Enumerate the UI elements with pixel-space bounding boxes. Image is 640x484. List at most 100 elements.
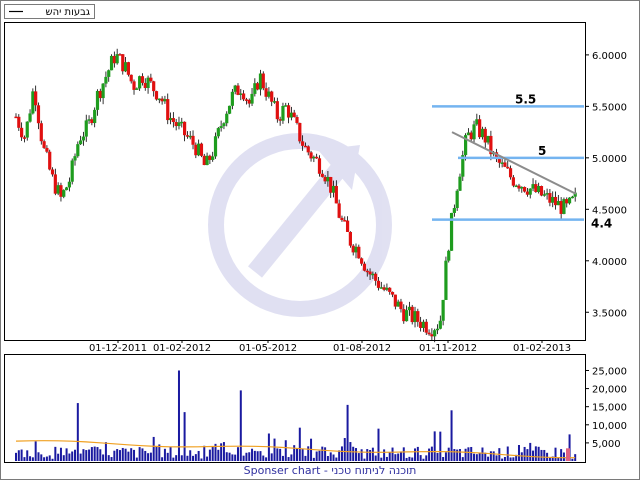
volume-bar [444,452,447,461]
volume-bar [34,441,37,461]
candle-down [320,173,324,177]
candle-down [357,246,361,259]
candle-down [126,62,130,75]
candle-up [31,91,35,114]
candle-down [523,186,527,192]
volume-bar [312,457,315,461]
volume-bar [422,458,425,461]
volume-bar [484,452,487,461]
candle-up [197,143,201,156]
price-tick-label: 4.0000 [592,257,627,268]
volume-bar [571,458,574,461]
candle-up [272,101,277,103]
volume-bar [225,452,228,461]
candle-up [570,196,574,199]
candle-up [354,246,358,253]
candle-down [295,116,299,123]
candle-down [382,287,386,290]
candle-down [306,146,310,153]
volume-bar [321,446,324,461]
volume-bar [374,455,377,461]
candle-down [39,123,43,142]
candle-up [455,190,459,209]
volume-last-bar [566,448,570,461]
candle-up [452,208,456,213]
candle-down [174,122,178,127]
candle-up [87,119,91,121]
candle-up [177,122,181,127]
volume-bar [318,450,321,461]
candle-down [194,144,198,156]
candle-down [98,90,102,99]
candle-down [506,166,510,169]
volume-bar [155,447,158,461]
candle-up [180,121,184,124]
candle-up [222,123,226,127]
volume-tick-label: 25,000 [592,366,627,377]
candle-down [236,85,240,95]
candle-down [171,118,175,123]
volume-bar [360,449,363,461]
candle-up [447,250,451,261]
candle-up [115,54,119,64]
candle-down [340,217,344,221]
volume-bar [166,452,169,461]
volume-bar [520,452,523,461]
candle-down [53,174,57,194]
candle-up [70,160,74,182]
volume-bar [534,446,537,461]
volume-bar [200,458,203,461]
candle-down [430,334,434,337]
candle-up [379,287,383,289]
date-tick-label: 01-05-2012 [239,343,297,354]
candle-up [233,85,237,92]
candle-down [20,127,24,138]
candle-down [351,245,355,253]
volume-bar [436,452,439,461]
candle-down [337,203,341,218]
candle-down [199,143,204,156]
volume-bar [301,448,304,461]
candle-down [424,321,428,333]
candle-down [112,55,116,64]
volume-bar [186,455,189,461]
volume-bar [439,431,442,461]
candle-down [244,99,249,101]
candle-up [205,155,209,166]
volume-bar [458,449,461,461]
volume-bar [489,451,492,461]
volume-bar [512,457,515,461]
volume-bar [380,457,383,461]
volume-bar [68,453,71,461]
candle-down [208,155,212,160]
candle-up [135,88,139,90]
candle-up [28,113,32,122]
date-tick-label: 01-12-2011 [89,343,147,354]
volume-bar [503,456,506,461]
volume-bar [377,428,380,461]
candle-up [95,90,100,110]
volume-bar [293,445,296,461]
candle-down [329,176,333,193]
candle-up [146,77,150,88]
volume-bar [402,447,405,461]
candle-up [225,113,229,124]
volume-bar [346,404,349,461]
volume-bar [467,447,470,461]
candle-down [368,271,372,275]
candle-up [433,330,437,337]
volume-bar [85,450,88,461]
volume-bar [540,449,543,461]
volume-bar [211,446,214,461]
volume-bar [450,410,453,461]
price-tick-label: 5.5000 [592,102,627,113]
volume-bar [391,447,394,461]
candle-up [213,136,218,157]
candle-down [202,155,206,166]
candle-down [534,184,538,192]
candle-down [140,76,145,83]
candle-up [537,186,541,192]
volume-bar [31,457,34,461]
candle-up [253,83,257,94]
volume-bar [548,457,551,461]
